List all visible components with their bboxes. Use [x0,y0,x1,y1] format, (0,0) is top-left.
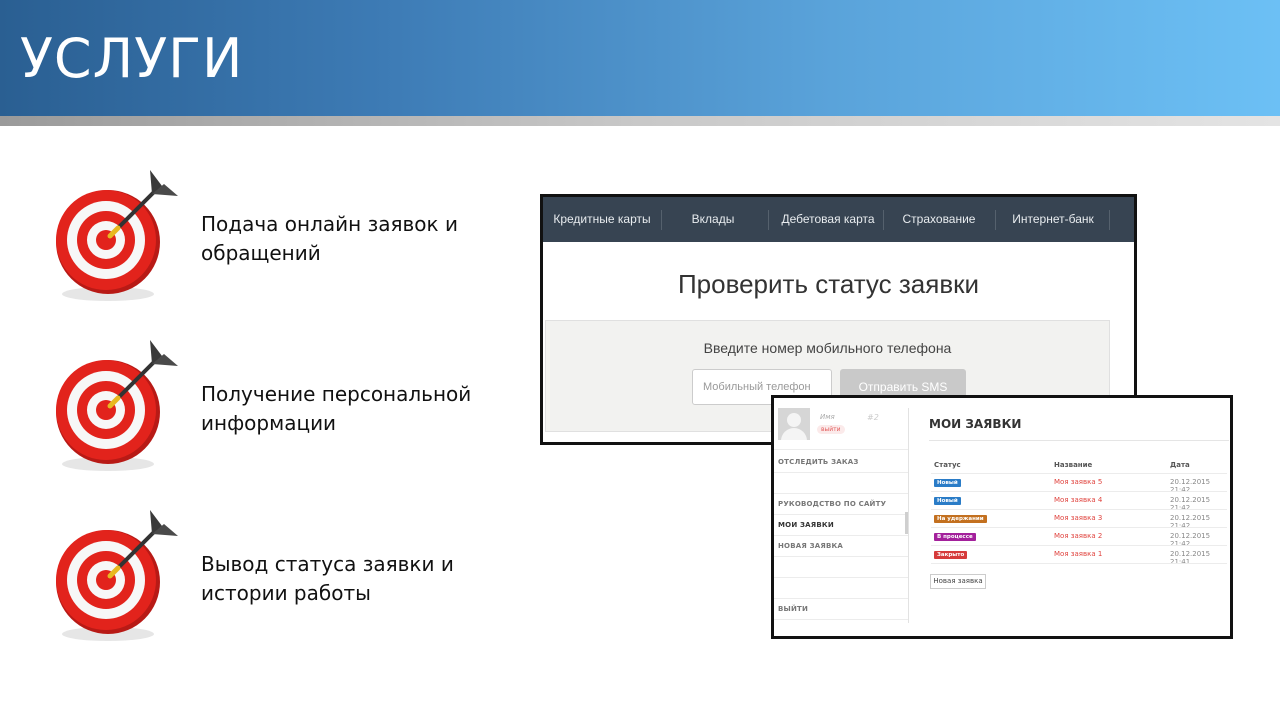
nav-item-internet-bank[interactable]: Интернет-банк [1003,197,1103,242]
sidebar-divider-line [774,619,908,620]
title-divider [929,440,1229,441]
table-row-line [931,545,1227,546]
column-header-date: Дата [1170,461,1190,469]
sidebar-divider-line [774,472,908,473]
table-header-line [931,473,1227,474]
sidebar-active-indicator [905,512,908,534]
feature-item: Вывод статуса заявки и истории работы [50,506,510,656]
sidebar-item-new-request[interactable]: НОВАЯ ЗАЯВКА [778,542,843,550]
column-header-name: Название [1054,461,1093,469]
logout-link[interactable]: выйти [817,425,845,434]
status-badge: Новый [934,497,961,505]
status-badge: На удержании [934,515,987,523]
feature-line: Подача онлайн заявок и [201,212,458,236]
sidebar-item-track-order[interactable]: ОТСЛЕДИТЬ ЗАКАЗ [778,458,859,466]
sidebar-item-exit[interactable]: ВЫЙТИ [778,605,808,613]
feature-item: Получение персональной информации [50,336,510,486]
sidebar-divider-line [774,598,908,599]
feature-line: обращений [201,241,321,265]
column-header-status: Статус [934,461,961,469]
status-check-title: Проверить статус заявки [677,269,980,299]
nav-item-deposits[interactable]: Вклады [668,197,758,242]
nav-item-credit-cards[interactable]: Кредитные карты [551,197,653,242]
sidebar-divider-line [774,577,908,578]
feature-text: Получение персональной информации [201,380,501,438]
avatar-body [781,428,807,440]
title-banner: УСЛУГИ [0,0,1280,116]
table-row-line [931,563,1227,564]
status-badge: Новый [934,479,961,487]
sidebar-item-site-guide[interactable]: РУКОВОДСТВО ПО САЙТУ [778,500,886,508]
table-row-line [931,491,1227,492]
dartboard-target-icon [56,510,178,641]
top-nav: Кредитные карты Вклады Дебетовая карта С… [543,197,1134,242]
user-name: Имя [820,413,835,421]
phone-prompt: Введите номер мобильного телефона [703,340,952,356]
dartboard-target-icon [56,170,178,301]
nav-divider [995,210,996,230]
page-title: МОИ ЗАЯВКИ [929,417,1022,431]
avatar [778,408,810,440]
table-row-line [931,509,1227,510]
sidebar-divider-line [774,556,908,557]
status-badge: В процессе [934,533,976,541]
nav-divider [661,210,662,230]
new-request-button[interactable]: Новая заявка [930,574,986,589]
feature-line: Получение персональной [201,382,472,406]
request-name-link[interactable]: Моя заявка 1 [1054,550,1102,558]
request-name-link[interactable]: Моя заявка 5 [1054,478,1102,486]
dartboard-target-icon [56,340,178,471]
feature-text: Подача онлайн заявок и обращений [201,210,501,268]
request-name-link[interactable]: Моя заявка 3 [1054,514,1102,522]
feature-text: Вывод статуса заявки и истории работы [201,550,501,608]
status-badge: Закрыто [934,551,968,559]
slide-title: УСЛУГИ [20,27,244,90]
user-id: #2 [867,413,879,422]
my-requests-screenshot: Имя #2 выйти ОТСЛЕДИТЬ ЗАКАЗ РУКОВОДСТВО… [771,395,1233,639]
sidebar: Имя #2 выйти ОТСЛЕДИТЬ ЗАКАЗ РУКОВОДСТВО… [774,398,909,636]
nav-item-debit-card[interactable]: Дебетовая карта [775,197,881,242]
sidebar-divider-line [774,535,908,536]
request-name-link[interactable]: Моя заявка 2 [1054,532,1102,540]
feature-item: Подача онлайн заявок и обращений [50,166,510,316]
sidebar-divider-line [774,493,908,494]
nav-item-insurance[interactable]: Страхование [891,197,987,242]
feature-line: информации [201,411,337,435]
sidebar-item-my-requests[interactable]: МОИ ЗАЯВКИ [778,521,834,529]
feature-line: истории работы [201,581,371,605]
feature-line: Вывод статуса заявки и [201,552,454,576]
sidebar-divider-line [774,514,908,515]
banner-stripe [0,116,1280,126]
nav-divider [1109,210,1110,230]
nav-divider [883,210,884,230]
sidebar-divider-line [774,449,908,450]
nav-divider [768,210,769,230]
sidebar-border [908,408,909,623]
request-name-link[interactable]: Моя заявка 4 [1054,496,1102,504]
table-row-line [931,527,1227,528]
avatar-head [787,413,801,427]
